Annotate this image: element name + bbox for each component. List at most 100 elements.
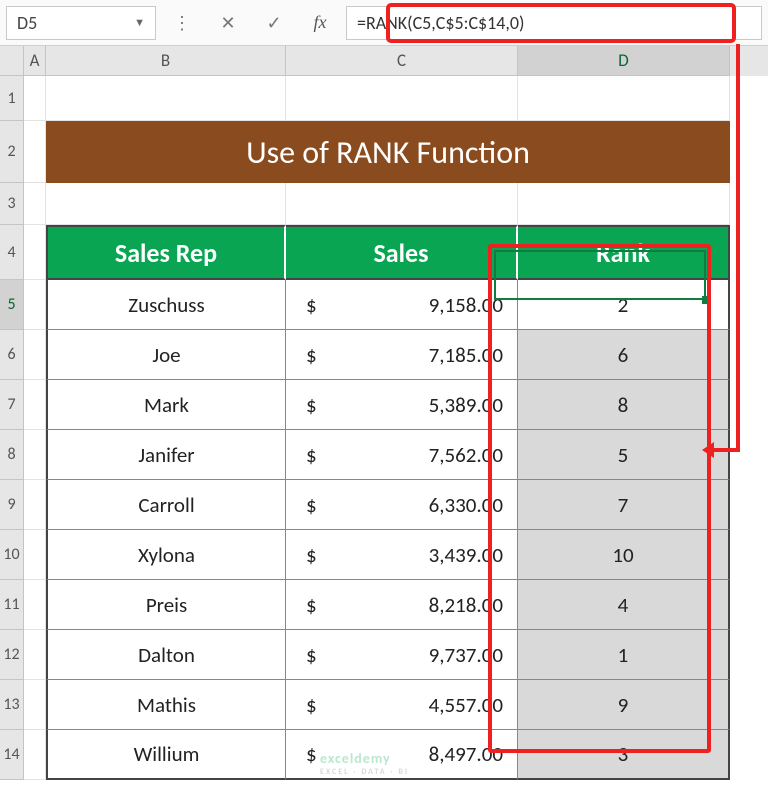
row-header[interactable]: 1 [0,76,24,121]
sales-cell[interactable]: $5,389.00 [286,380,518,430]
row-header-col: 1 2 3 4 5 6 7 8 9 10 11 12 13 14 [0,76,24,780]
sales-cell[interactable]: $9,158.00 [286,280,518,330]
cell[interactable] [24,280,46,330]
sales-value: 8,497.00 [429,741,503,767]
currency-symbol: $ [300,392,317,418]
cell[interactable] [24,580,46,630]
cell[interactable] [46,76,286,121]
table-header-rep[interactable]: Sales Rep [46,225,286,280]
sales-cell[interactable]: $4,557.00 [286,680,518,730]
row-header[interactable]: 2 [0,121,24,183]
row-header[interactable]: 6 [0,330,24,380]
select-all-corner[interactable] [0,46,24,76]
rep-cell[interactable]: Zuschuss [46,280,286,330]
rep-cell[interactable]: Mathis [46,680,286,730]
formula-input[interactable]: =RANK(C5,C$5:C$14,0) [346,6,762,40]
cell[interactable] [24,380,46,430]
col-header-a[interactable]: A [24,46,46,76]
cancel-icon[interactable]: ✕ [208,6,248,40]
row-header[interactable]: 4 [0,225,24,280]
rep-cell[interactable]: Xylona [46,530,286,580]
rep-cell[interactable]: Dalton [46,630,286,680]
sales-cell[interactable]: $7,562.00 [286,430,518,480]
row-header[interactable]: 5 [0,280,24,330]
row-header[interactable]: 11 [0,580,24,630]
cell[interactable] [24,76,46,121]
cell[interactable] [24,680,46,730]
cell[interactable] [24,225,46,280]
cell[interactable] [286,76,518,121]
currency-symbol: $ [300,542,317,568]
sales-value: 9,737.00 [429,642,503,668]
cell[interactable] [24,730,46,780]
row-header[interactable]: 3 [0,183,24,225]
table-header-rank[interactable]: Rank [518,225,730,280]
cell[interactable] [24,630,46,680]
col-header-d[interactable]: D [518,46,730,76]
rank-cell[interactable]: 8 [518,380,730,430]
rank-cell[interactable]: 3 [518,730,730,780]
cell[interactable] [24,430,46,480]
col-header-c[interactable]: C [286,46,518,76]
sales-value: 8,218.00 [429,592,503,618]
sales-cell[interactable]: $7,185.00 [286,330,518,380]
currency-symbol: $ [300,692,317,718]
cell[interactable] [518,183,730,225]
rank-cell[interactable]: 7 [518,480,730,530]
sales-cell[interactable]: $8,497.00 [286,730,518,780]
row-header[interactable]: 8 [0,430,24,480]
sales-value: 6,330.00 [429,492,503,518]
confirm-icon[interactable]: ✓ [254,6,294,40]
sales-value: 7,185.00 [429,342,503,368]
rep-cell[interactable]: Joe [46,330,286,380]
rep-cell[interactable]: Preis [46,580,286,630]
name-box[interactable]: D5 ▼ [6,6,156,40]
rank-cell[interactable]: 6 [518,330,730,380]
fx-icon[interactable]: fx [300,6,340,40]
dots-icon: ⋮ [162,6,202,40]
cell[interactable] [24,183,46,225]
chevron-down-icon[interactable]: ▼ [134,16,145,29]
cell[interactable] [46,183,286,225]
cell[interactable] [286,183,518,225]
rank-cell[interactable]: 2 [518,280,730,330]
sales-value: 9,158.00 [429,292,503,318]
row-header[interactable]: 12 [0,630,24,680]
currency-symbol: $ [300,741,317,767]
cell[interactable] [518,76,730,121]
currency-symbol: $ [300,492,317,518]
sales-cell[interactable]: $9,737.00 [286,630,518,680]
sales-value: 4,557.00 [429,692,503,718]
cells-area[interactable]: Use of RANK Function Sales Rep Sales Ran… [24,76,730,780]
row-header[interactable]: 13 [0,680,24,730]
worksheet-grid[interactable]: A B C D 1 2 3 4 5 6 7 8 9 10 11 12 13 14 [0,46,768,780]
row-header[interactable]: 7 [0,380,24,430]
cell[interactable] [24,330,46,380]
cell[interactable] [24,121,46,183]
rank-cell[interactable]: 10 [518,530,730,580]
sales-cell[interactable]: $6,330.00 [286,480,518,530]
currency-symbol: $ [300,642,317,668]
sales-cell[interactable]: $8,218.00 [286,580,518,630]
column-header-row: A B C D [0,46,768,76]
row-header[interactable]: 9 [0,480,24,530]
rep-cell[interactable]: Carroll [46,480,286,530]
rank-cell[interactable]: 4 [518,580,730,630]
rep-cell[interactable]: Janifer [46,430,286,480]
sales-cell[interactable]: $3,439.00 [286,530,518,580]
currency-symbol: $ [300,342,317,368]
table-header-sales[interactable]: Sales [286,225,518,280]
rep-cell[interactable]: Willium [46,730,286,780]
row-header[interactable]: 10 [0,530,24,580]
rep-cell[interactable]: Mark [46,380,286,430]
row-header[interactable]: 14 [0,730,24,780]
formula-bar: D5 ▼ ⋮ ✕ ✓ fx =RANK(C5,C$5:C$14,0) [0,0,768,46]
cell[interactable] [24,480,46,530]
currency-symbol: $ [300,442,317,468]
col-header-b[interactable]: B [46,46,286,76]
cell[interactable] [24,530,46,580]
title-cell[interactable]: Use of RANK Function [46,121,730,183]
rank-cell[interactable]: 1 [518,630,730,680]
rank-cell[interactable]: 5 [518,430,730,480]
rank-cell[interactable]: 9 [518,680,730,730]
